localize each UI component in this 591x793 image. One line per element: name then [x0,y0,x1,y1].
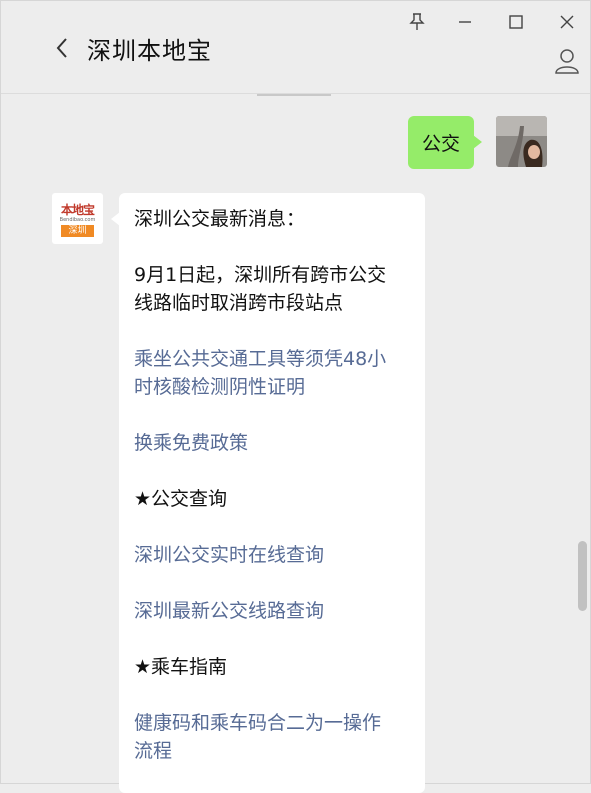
chat-title: 深圳本地宝 [87,37,212,65]
avatar-city-badge: 深圳 [61,225,94,237]
nucleic-test-link[interactable]: 乘坐公共交通工具等须凭48小 [134,345,411,373]
bus-route-link[interactable]: 深圳最新公交线路查询 [134,597,411,625]
message-heading: 深圳公交最新消息： [134,208,306,230]
nucleic-test-link[interactable]: 时核酸检测阴性证明 [134,373,411,401]
avatar-photo-icon [496,116,547,167]
minimize-icon [459,21,471,23]
section-heading-bus-query: ★公交查询 [134,488,228,510]
official-account-avatar[interactable]: 本地宝 Bendibao.com 深圳 [52,193,103,244]
pin-button[interactable] [404,9,430,35]
close-icon [560,15,574,29]
avatar-logo-text: 本地宝 [60,203,95,217]
back-button[interactable] [47,33,77,63]
user-icon [555,49,579,74]
news-line: 线路临时取消跨市段站点 [134,292,344,314]
chat-info-button[interactable] [551,45,583,77]
chevron-left-icon [56,38,67,58]
health-code-link[interactable]: 流程 [134,737,411,765]
sent-message-bubble[interactable]: 公交 [408,116,483,169]
avatar-logo-url: Bendibao.com [59,217,96,223]
sent-message-text: 公交 [422,133,461,155]
chat-window: 深圳本地宝 公交 本地宝 Bendibao.com 深圳 深圳公交最新消息： 9… [0,0,591,793]
title-bar: 深圳本地宝 [1,1,590,94]
close-button[interactable] [554,9,580,35]
transfer-free-link[interactable]: 换乘免费政策 [134,429,411,457]
pin-icon [409,13,425,30]
maximize-icon [509,15,523,29]
minimize-button[interactable] [452,9,478,35]
maximize-button[interactable] [503,9,529,35]
news-line: 9月1日起，深圳所有跨市公交 [134,264,387,286]
scrollbar-thumb[interactable] [578,541,587,611]
realtime-bus-link[interactable]: 深圳公交实时在线查询 [134,541,411,569]
health-code-link[interactable]: 健康码和乘车码合二为一操作 [134,709,411,737]
my-avatar[interactable] [496,116,547,167]
section-heading-ride-guide: ★乘车指南 [134,656,228,678]
received-message-bubble[interactable]: 深圳公交最新消息： 9月1日起，深圳所有跨市公交 线路临时取消跨市段站点 乘坐公… [111,193,425,793]
message-list[interactable]: 公交 本地宝 Bendibao.com 深圳 深圳公交最新消息： 9月1日起，深… [1,96,591,793]
